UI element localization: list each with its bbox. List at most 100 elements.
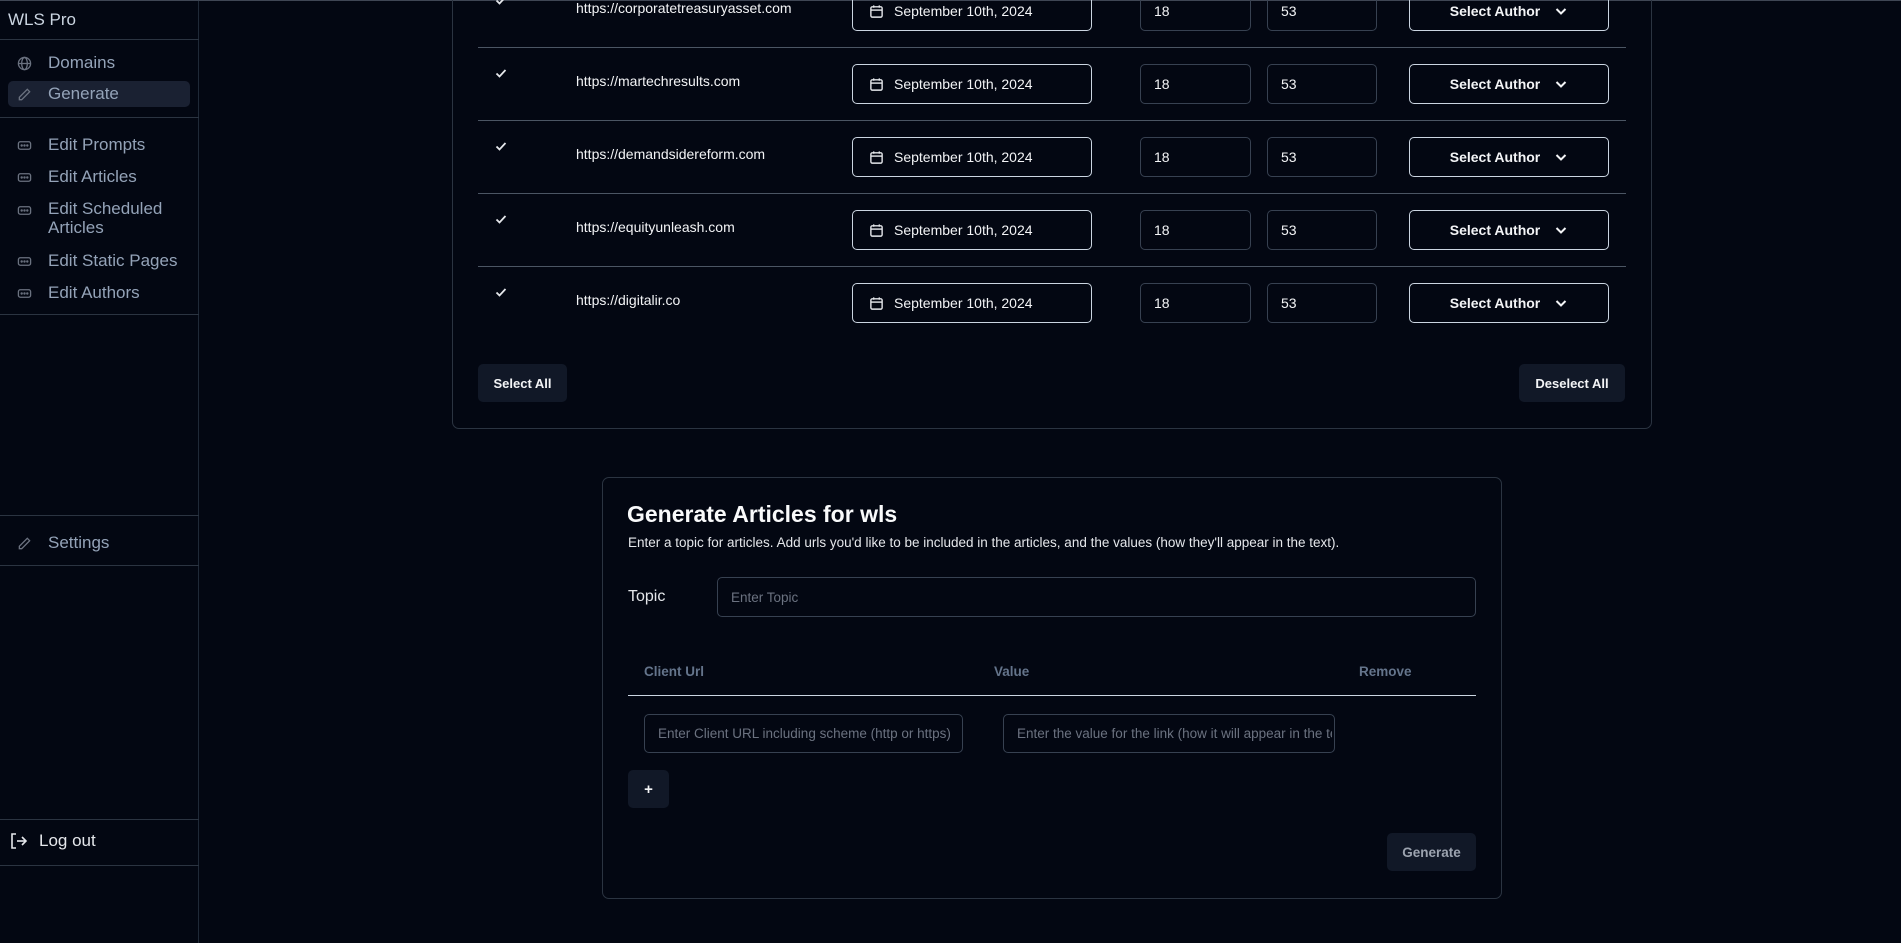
- minute-input[interactable]: [1267, 137, 1377, 177]
- minute-input[interactable]: [1267, 64, 1377, 104]
- dots-icon: [16, 253, 32, 269]
- divider: [0, 865, 199, 866]
- chevron-down-icon: [1556, 81, 1567, 88]
- dots-icon: [16, 202, 32, 218]
- table-row: https://demandsidereform.com September 1…: [478, 121, 1626, 194]
- divider: [0, 819, 199, 820]
- select-author-dropdown[interactable]: Select Author: [1409, 283, 1609, 323]
- divider: [0, 39, 199, 40]
- hour-input[interactable]: [1140, 0, 1251, 31]
- row-checkbox[interactable]: [494, 285, 508, 299]
- generate-title: Generate Articles for wls: [627, 501, 898, 527]
- hour-input[interactable]: [1140, 283, 1251, 323]
- minute-input[interactable]: [1267, 210, 1377, 250]
- chevron-down-icon: [1556, 8, 1567, 15]
- client-url-input[interactable]: [644, 714, 963, 753]
- sidebar-item-generate[interactable]: Generate: [8, 81, 190, 107]
- logout-button[interactable]: Log out: [8, 831, 96, 851]
- check-icon: [495, 215, 507, 224]
- app-title: WLS Pro: [8, 10, 77, 29]
- sidebar-item-edit-static-pages[interactable]: Edit Static Pages: [8, 248, 190, 274]
- chevron-down-icon: [1556, 300, 1567, 307]
- date-picker-button[interactable]: September 10th, 2024: [852, 137, 1092, 177]
- add-url-button[interactable]: +: [628, 770, 669, 808]
- generate-description: Enter a topic for articles. Add urls you…: [628, 535, 1340, 550]
- table-row: https://digitalir.co September 10th, 202…: [478, 267, 1626, 340]
- calendar-icon: [870, 150, 883, 164]
- sidebar-item-edit-authors[interactable]: Edit Authors: [8, 280, 190, 306]
- dots-icon: [16, 169, 32, 185]
- date-picker-button[interactable]: September 10th, 2024: [852, 283, 1092, 323]
- sidebar-item-label: Edit Prompts: [48, 135, 146, 154]
- link-value-input[interactable]: [1003, 714, 1335, 753]
- row-url: https://corporatetreasuryasset.com: [576, 0, 792, 16]
- topic-input[interactable]: [717, 577, 1476, 617]
- author-label: Select Author: [1449, 3, 1541, 19]
- select-all-button[interactable]: Select All: [478, 364, 567, 402]
- row-checkbox[interactable]: [494, 0, 508, 7]
- date-label: September 10th, 2024: [894, 76, 1033, 92]
- hour-input[interactable]: [1140, 137, 1251, 177]
- minute-input[interactable]: [1267, 0, 1377, 31]
- logout-label: Log out: [39, 831, 96, 850]
- author-label: Select Author: [1449, 149, 1541, 165]
- select-author-dropdown[interactable]: Select Author: [1409, 64, 1609, 104]
- divider: [0, 515, 199, 516]
- table-row: https://equityunleash.com September 10th…: [478, 194, 1626, 267]
- row-checkbox[interactable]: [494, 139, 508, 153]
- row-url: https://digitalir.co: [576, 292, 681, 308]
- sidebar-item-label: Edit Articles: [48, 167, 137, 186]
- sidebar-item-domains[interactable]: Domains: [8, 50, 190, 76]
- divider: [0, 565, 199, 566]
- date-picker-button[interactable]: September 10th, 2024: [852, 0, 1092, 31]
- sidebar-item-label: Edit Scheduled Articles: [48, 199, 163, 237]
- hour-input[interactable]: [1140, 64, 1251, 104]
- date-label: September 10th, 2024: [894, 149, 1033, 165]
- column-header-client-url: Client Url: [644, 664, 705, 679]
- select-author-dropdown[interactable]: Select Author: [1409, 137, 1609, 177]
- select-author-dropdown[interactable]: Select Author: [1409, 210, 1609, 250]
- check-icon: [495, 142, 507, 151]
- date-picker-button[interactable]: September 10th, 2024: [852, 64, 1092, 104]
- row-url: https://demandsidereform.com: [576, 146, 766, 162]
- pencil-icon: [16, 86, 32, 102]
- date-label: September 10th, 2024: [894, 222, 1033, 238]
- column-header-remove: Remove: [1359, 664, 1412, 679]
- check-icon: [495, 69, 507, 78]
- hour-input[interactable]: [1140, 210, 1251, 250]
- dots-icon: [16, 285, 32, 301]
- divider: [0, 117, 199, 118]
- calendar-icon: [870, 296, 883, 310]
- date-label: September 10th, 2024: [894, 295, 1033, 311]
- chevron-down-icon: [1556, 227, 1567, 234]
- sidebar-item-label: Settings: [48, 533, 110, 552]
- sidebar-item-edit-articles[interactable]: Edit Articles: [8, 164, 190, 190]
- sidebar-item-edit-scheduled-articles[interactable]: Edit Scheduled Articles: [8, 199, 190, 239]
- row-checkbox[interactable]: [494, 66, 508, 80]
- calendar-icon: [870, 223, 883, 237]
- author-label: Select Author: [1449, 76, 1541, 92]
- minute-input[interactable]: [1267, 283, 1377, 323]
- sidebar: WLS Pro Domains Generate Edit Prompts Ed…: [0, 1, 199, 943]
- date-picker-button[interactable]: September 10th, 2024: [852, 210, 1092, 250]
- pencil-icon: [16, 535, 32, 551]
- logout-icon: [11, 833, 28, 849]
- author-label: Select Author: [1449, 222, 1541, 238]
- row-checkbox[interactable]: [494, 212, 508, 226]
- calendar-icon: [870, 4, 883, 18]
- deselect-all-button[interactable]: Deselect All: [1519, 364, 1625, 402]
- sidebar-item-settings[interactable]: Settings: [8, 530, 190, 556]
- divider: [0, 314, 199, 315]
- row-url: https://equityunleash.com: [576, 219, 735, 235]
- sidebar-item-label: Domains: [48, 53, 116, 72]
- table-header-divider: [628, 695, 1476, 696]
- select-author-dropdown[interactable]: Select Author: [1409, 0, 1609, 31]
- date-label: September 10th, 2024: [894, 3, 1033, 19]
- author-label: Select Author: [1449, 295, 1541, 311]
- sidebar-item-label: Edit Static Pages: [48, 251, 178, 270]
- sidebar-item-edit-prompts[interactable]: Edit Prompts: [8, 132, 190, 158]
- column-header-value: Value: [994, 664, 1030, 679]
- check-icon: [495, 0, 504, 5]
- globe-icon: [16, 55, 32, 71]
- generate-button[interactable]: Generate: [1387, 833, 1476, 871]
